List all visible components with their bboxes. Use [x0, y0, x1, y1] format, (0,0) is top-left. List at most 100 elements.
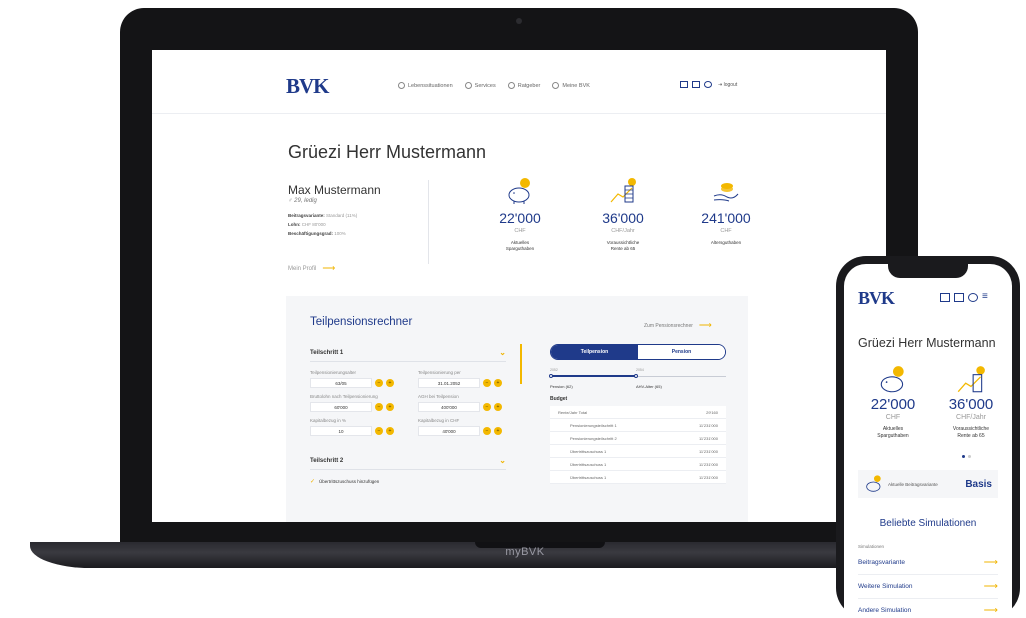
contribution-variant-card[interactable]: Aktuelle Beitragsvariante Basis: [858, 470, 998, 498]
minus-icon[interactable]: −: [375, 379, 383, 387]
arrow-right-icon: ⟶: [322, 263, 336, 273]
add-transfer-supplement[interactable]: ✓ Übertrittszuschuss hinzufügen: [310, 478, 506, 485]
stat-label: Voraussichtliche Rente ab 65: [606, 240, 640, 251]
plus-icon[interactable]: +: [494, 427, 502, 435]
phone-notch: [888, 264, 968, 278]
section-step-2[interactable]: Teilschritt 2 ⌄: [310, 452, 506, 470]
carousel-dots[interactable]: [962, 455, 971, 458]
menu-icon[interactable]: ≡: [982, 292, 988, 302]
section-step-1[interactable]: Teilschritt 1 ⌄: [310, 344, 506, 362]
field-partial-age: Teilpensionierungsalter 63/05− +: [310, 370, 406, 388]
mail-icon[interactable]: [954, 292, 964, 302]
section-title: Teilschritt 1: [310, 349, 344, 356]
minus-icon[interactable]: −: [375, 403, 383, 411]
chat-icon: [507, 82, 515, 89]
wifi-icon: [464, 82, 472, 89]
plus-icon[interactable]: +: [494, 379, 502, 387]
capital-percent-input[interactable]: 10: [310, 426, 372, 436]
profile-name: Max Mustermann: [288, 183, 381, 197]
profile-detail: Beschäftigungsgrad: 100%: [288, 231, 346, 236]
profile-info: ♂ 29, ledig: [288, 198, 317, 204]
stat-value: 22'000: [870, 396, 916, 413]
logout-label: logout: [723, 81, 738, 88]
laptop-device: BVK Lebenssituationen Services Ratgeber …: [120, 8, 918, 548]
profile-icon[interactable]: [704, 81, 712, 88]
hand-coin-icon: [711, 176, 741, 206]
field-partial-date: Teilpensionierung per 31.01.2052− +: [418, 370, 514, 388]
stat-value: 22'000: [499, 210, 541, 226]
card-value: Basis: [965, 478, 992, 490]
card-label: Aktuelle Beitragsvariante: [888, 481, 938, 487]
field-label: AGH bei Teilpension: [418, 394, 459, 399]
plus-icon[interactable]: +: [386, 379, 394, 387]
gross-salary-input[interactable]: 60'000: [310, 402, 372, 412]
retirement-slider[interactable]: 2052 2054 Pension (62) AHV-Alter (65): [549, 368, 726, 390]
nav-item-lebenssituationen[interactable]: Lebenssituationen: [398, 82, 453, 89]
agh-input[interactable]: 400'000: [418, 402, 480, 412]
simulations-list: Simulationen Beitragsvariante ⟶ Weitere S…: [858, 544, 998, 618]
partial-age-input[interactable]: 63/05: [310, 378, 372, 388]
toggle-partial-pension[interactable]: Teilpension: [551, 345, 638, 359]
calculator-results: Teilpension Pension 2052 2054 Pension (6…: [549, 344, 726, 484]
minus-icon[interactable]: −: [483, 427, 491, 435]
partial-date-input[interactable]: 31.01.2052: [418, 378, 480, 388]
chevron-down-icon: ⌄: [499, 348, 506, 357]
carousel-dot[interactable]: [962, 455, 965, 458]
field-label: Teilpensionierungsalter: [310, 370, 357, 375]
field-gross-salary: Bruttolohn nach Teilpensionierung 60'000…: [310, 394, 406, 412]
stat-retirement-assets: 241'000 CHF Altersguthaben: [676, 176, 776, 246]
bvk-logo[interactable]: BVK: [858, 288, 895, 309]
field-agh: AGH bei Teilpension 400'000− +: [418, 394, 514, 412]
nav-label: Services: [474, 82, 496, 89]
nav-item-services[interactable]: Services: [464, 82, 496, 89]
folder-icon[interactable]: [940, 292, 950, 302]
my-profile-label: Mein Profil: [288, 265, 317, 272]
my-profile-link[interactable]: Mein Profil ⟶: [288, 263, 335, 274]
phone-screen: BVK ≡ Grüezi Herr Mustermann 22'000 CHF …: [844, 264, 1012, 618]
field-label: Kapitalbezug in CHF: [418, 418, 460, 423]
nav-item-ratgeber[interactable]: Ratgeber: [507, 82, 541, 89]
profile-icon[interactable]: [968, 292, 978, 302]
pension-max-label: AHV-Alter (65): [636, 384, 662, 389]
phone-header-actions: ≡: [940, 292, 988, 302]
mail-icon[interactable]: [692, 81, 700, 88]
pension-min-label: Pension (62): [550, 384, 573, 389]
carousel-dot[interactable]: [968, 455, 971, 458]
nav-item-meine-bvk[interactable]: Meine BVK: [552, 82, 590, 89]
field-label: Teilpensionierung per: [418, 370, 461, 375]
profile-detail: Lohn: CHF 80'000: [288, 222, 326, 227]
stat-pension: 36'000 CHF/Jahr Voraussichtliche Rente ab…: [573, 176, 673, 252]
minus-icon[interactable]: −: [483, 403, 491, 411]
toggle-pension[interactable]: Pension: [638, 345, 725, 359]
folder-icon[interactable]: [680, 81, 688, 88]
stat-value: 36'000: [602, 210, 644, 226]
header-actions: ⇥ logout: [680, 81, 737, 88]
minus-icon[interactable]: −: [483, 379, 491, 387]
scroll-indicator[interactable]: [520, 344, 522, 384]
slider-knob-start[interactable]: [549, 374, 553, 378]
logout-link[interactable]: ⇥ logout: [718, 82, 737, 88]
plus-icon[interactable]: +: [386, 427, 394, 435]
table-row: Rente/Jahr Total 29'160: [550, 406, 726, 419]
field-capital-percent: Kapitalbezug in % 10− +: [310, 418, 406, 436]
phone-device: BVK ≡ Grüezi Herr Mustermann 22'000 CHF …: [836, 256, 1020, 618]
simulation-item[interactable]: Weitere Simulation ⟶: [858, 575, 998, 599]
slider-knob-end[interactable]: [634, 374, 638, 378]
capital-chf-input[interactable]: 40'000: [418, 426, 480, 436]
stat-label: Aktuelles Sparguthaben: [877, 426, 909, 439]
plus-icon[interactable]: +: [494, 403, 502, 411]
stat-unit: CHF: [885, 414, 901, 421]
plus-icon[interactable]: +: [386, 403, 394, 411]
calculator-title: Teilpensionsrechner: [310, 316, 413, 328]
simulation-item[interactable]: Beitragsvariante ⟶: [858, 551, 998, 575]
minus-icon[interactable]: −: [375, 427, 383, 435]
calculator-inputs: Teilschritt 1 ⌄ Teilpensionierungsalter …: [310, 344, 506, 485]
nav-label: Ratgeber: [517, 82, 541, 89]
stat-savings: 22'000 CHF Aktuelles Sparguthaben: [858, 364, 928, 440]
table-row: Übertrittszuschuss 1 11'231'000: [550, 445, 726, 458]
field-label: Bruttolohn nach Teilpensionierung: [310, 394, 378, 399]
bvk-logo[interactable]: BVK: [286, 74, 330, 99]
simulation-item[interactable]: Andere Simulation ⟶: [858, 599, 998, 618]
pension-calculator-link[interactable]: Zum Pensionsrechner ⟶: [644, 320, 712, 331]
partial-pension-calculator: Teilpensionsrechner Zum Pensionsrechner …: [286, 296, 748, 522]
